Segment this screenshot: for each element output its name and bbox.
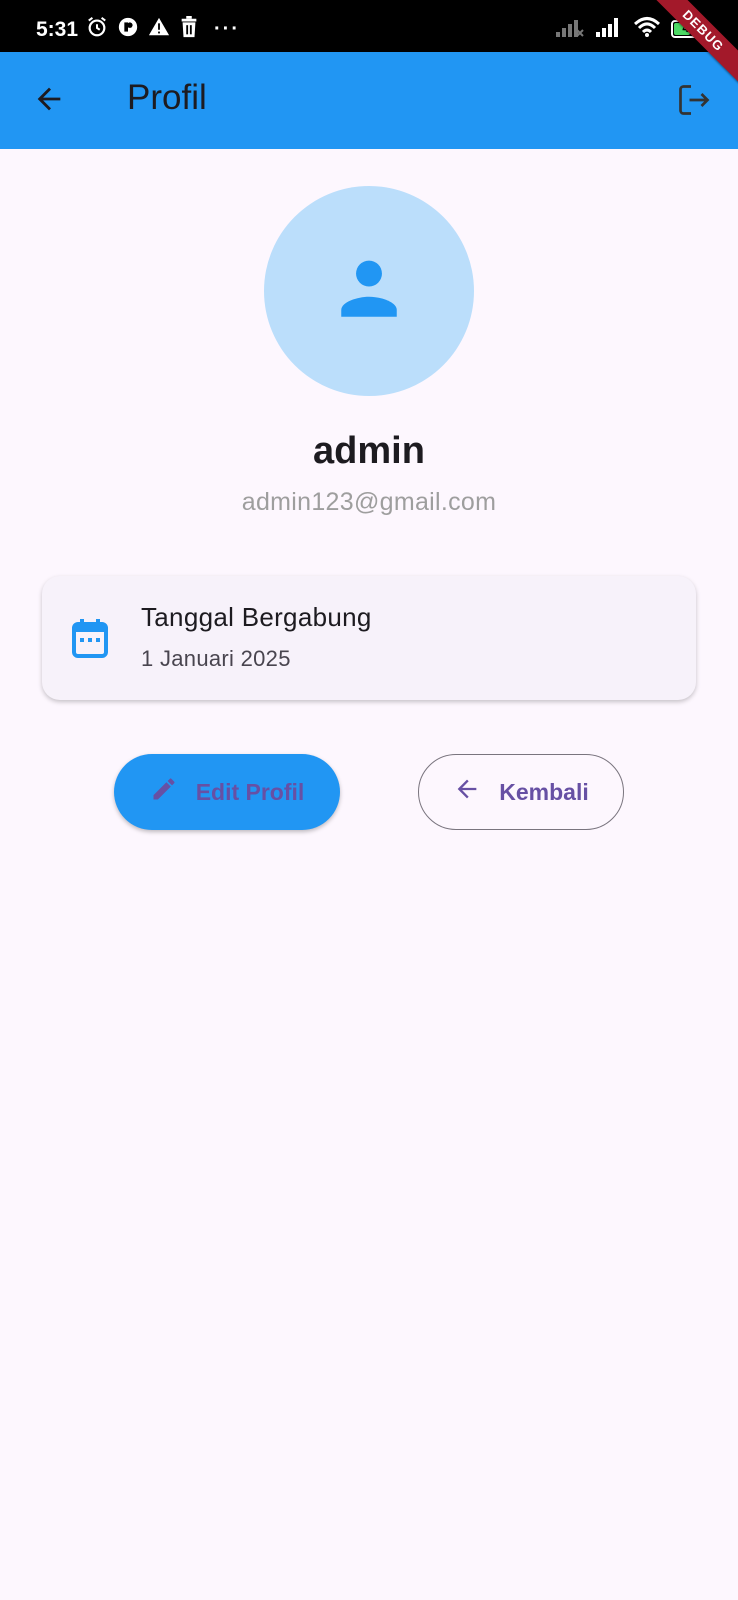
edit-profile-button[interactable]: Edit Profil xyxy=(114,754,340,830)
user-email: admin123@gmail.com xyxy=(241,488,497,516)
arrow-back-icon xyxy=(32,82,66,121)
app-bar: Profil xyxy=(0,52,738,149)
trash-icon xyxy=(179,15,199,43)
back-button[interactable] xyxy=(24,76,74,126)
status-icons-left: ··· xyxy=(86,15,240,43)
status-bar: 5:31 ··· 49 xyxy=(0,0,738,52)
back-text-button[interactable]: Kembali xyxy=(418,754,624,830)
edit-profile-label: Edit Profil xyxy=(195,778,305,805)
pencil-icon xyxy=(150,775,178,809)
more-notifications-icon: ··· xyxy=(214,17,240,40)
wifi-icon xyxy=(633,16,661,43)
avatar xyxy=(264,186,474,396)
calendar-icon xyxy=(72,618,108,663)
back-button-label: Kembali xyxy=(499,778,589,805)
app-notification-icon xyxy=(117,16,139,43)
join-date-title: Tanggal Bergabung xyxy=(141,602,372,632)
alarm-icon xyxy=(86,16,108,43)
logout-icon xyxy=(676,82,712,123)
logout-button[interactable] xyxy=(670,78,718,126)
page-title: Profil xyxy=(127,78,207,117)
join-date-card: Tanggal Bergabung 1 Januari 2025 xyxy=(42,576,696,700)
signal-off-icon xyxy=(555,16,585,43)
username: admin xyxy=(313,430,425,472)
warning-icon xyxy=(148,16,170,43)
join-date-value: 1 Januari 2025 xyxy=(141,646,291,671)
person-icon xyxy=(332,252,406,331)
arrow-back-icon xyxy=(453,775,481,809)
signal-icon xyxy=(595,16,623,43)
status-time: 5:31 xyxy=(36,18,79,41)
